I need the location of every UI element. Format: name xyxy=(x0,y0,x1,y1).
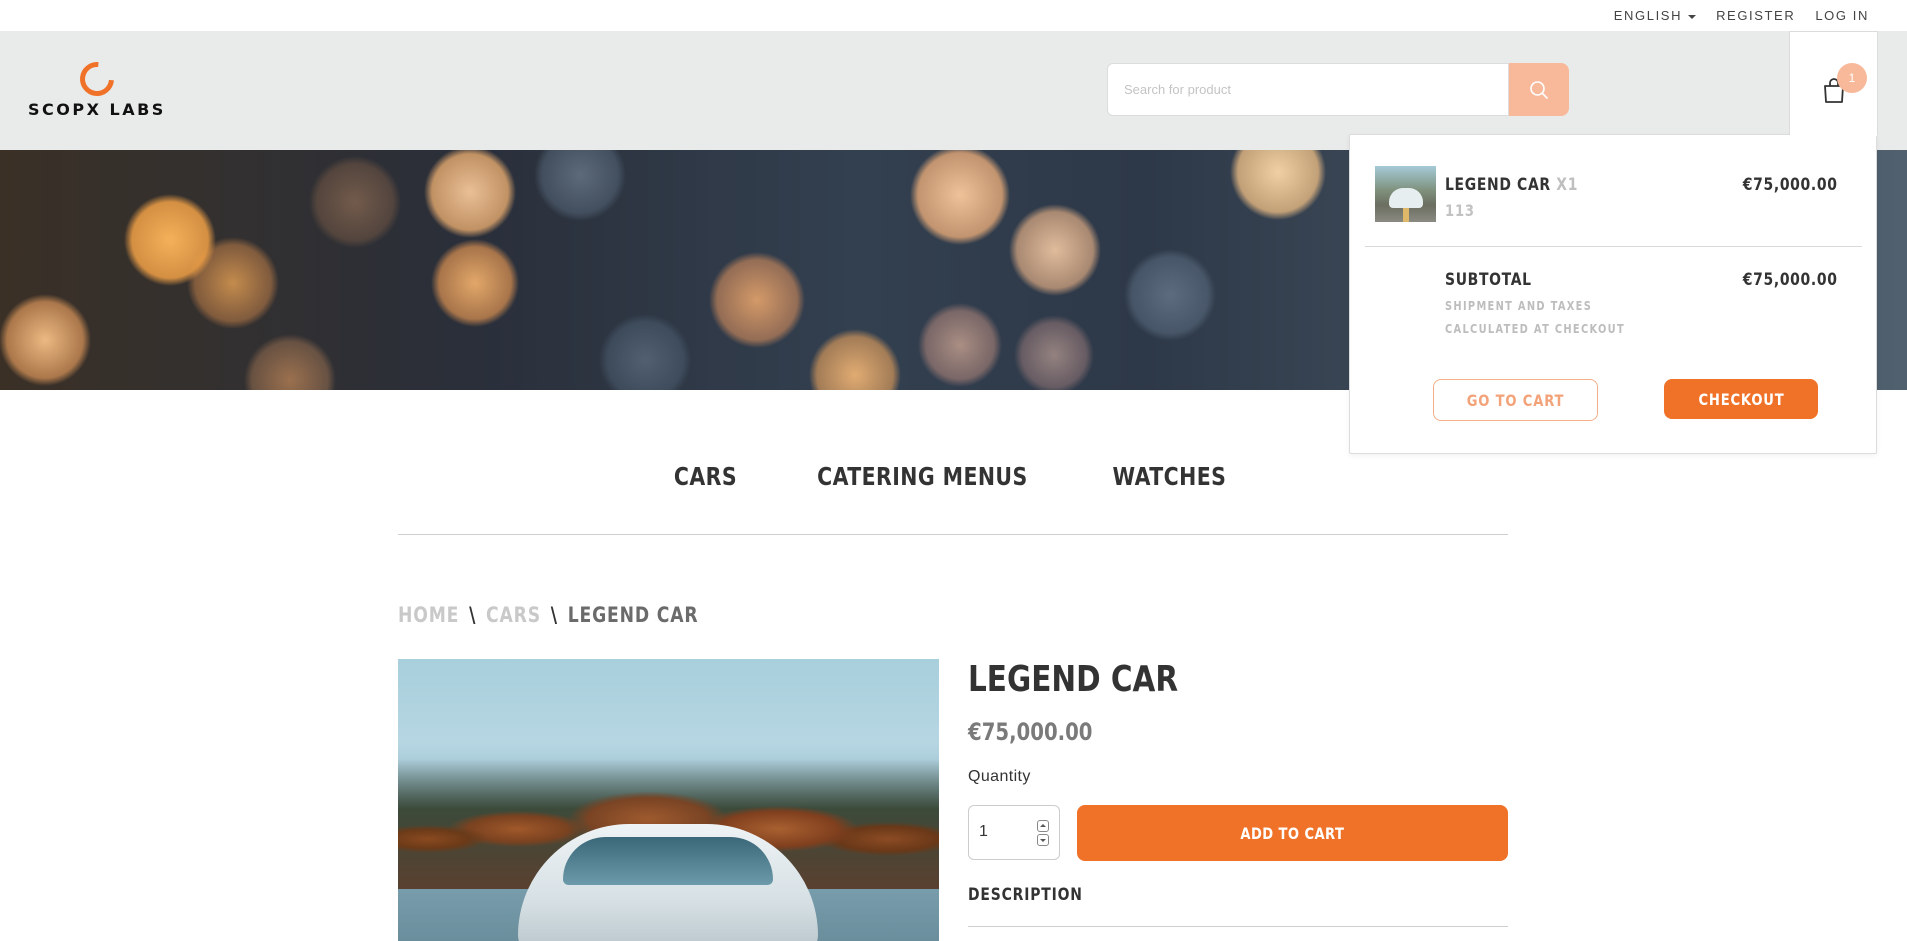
cart-item-title: LEGEND CAR xyxy=(1445,175,1551,195)
caret-down-icon xyxy=(1688,14,1697,19)
cart-toggle[interactable]: 1 xyxy=(1789,31,1878,135)
cart-item-thumbnail xyxy=(1375,166,1436,222)
site-logo[interactable]: SCOPX LABS xyxy=(28,55,173,122)
cart-item-sku: 113 xyxy=(1445,201,1475,220)
add-to-cart-button[interactable]: ADD TO CART xyxy=(1077,805,1508,861)
go-to-cart-button[interactable]: GO TO CART xyxy=(1433,379,1598,421)
top-utility-bar: ENGLISH REGISTER LOG IN xyxy=(0,0,1907,31)
product-title: LEGEND CAR xyxy=(968,659,1179,700)
quantity-spinner xyxy=(1037,820,1051,846)
cart-item-price: €75,000.00 xyxy=(1743,175,1838,195)
breadcrumb: HOME \ CARS \ LEGEND CAR xyxy=(398,603,698,627)
quantity-label: Quantity xyxy=(968,768,1031,785)
cart-tab-join xyxy=(1790,132,1877,136)
login-link[interactable]: LOG IN xyxy=(1815,8,1869,23)
checkout-label: CHECKOUT xyxy=(1697,389,1785,409)
product-price: €75,000.00 xyxy=(968,718,1093,746)
subtotal-value: €75,000.00 xyxy=(1743,270,1838,290)
add-to-cart-label: ADD TO CART xyxy=(1240,823,1345,843)
cart-count-badge: 1 xyxy=(1837,63,1867,93)
category-nav: CARS CATERING MENUS WATCHES xyxy=(398,462,1508,535)
register-link[interactable]: REGISTER xyxy=(1716,8,1795,23)
breadcrumb-cars[interactable]: CARS xyxy=(486,603,541,627)
breadcrumb-home[interactable]: HOME xyxy=(398,603,459,627)
breadcrumb-separator: \ xyxy=(469,603,477,627)
image-car-windshield xyxy=(563,837,773,885)
go-to-cart-label: GO TO CART xyxy=(1466,390,1565,410)
chevron-down-icon[interactable] xyxy=(1037,834,1049,846)
checkout-button[interactable]: CHECKOUT xyxy=(1664,379,1818,419)
logo-text: SCOPX LABS xyxy=(28,100,166,119)
cart-item-qty: X1 xyxy=(1556,175,1579,195)
cart-item-name: LEGEND CAR X1 xyxy=(1445,175,1578,195)
product-image[interactable] xyxy=(398,659,939,941)
search-input[interactable] xyxy=(1107,63,1509,116)
logo-ring-icon xyxy=(73,55,121,103)
search-icon xyxy=(1530,80,1548,99)
description-section: DESCRIPTION xyxy=(968,885,1508,927)
language-label: ENGLISH xyxy=(1613,8,1683,23)
search-bar xyxy=(1107,63,1569,116)
shipment-note: SHIPMENT AND TAXES CALCULATED AT CHECKOU… xyxy=(1445,299,1625,336)
site-header: SCOPX LABS xyxy=(0,31,1907,150)
category-watches[interactable]: WATCHES xyxy=(1113,462,1227,534)
subtotal-label: SUBTOTAL xyxy=(1445,270,1532,290)
quantity-value: 1 xyxy=(979,823,988,840)
breadcrumb-current: LEGEND CAR xyxy=(567,603,699,627)
search-button[interactable] xyxy=(1509,63,1569,116)
cart-divider xyxy=(1365,246,1862,247)
category-cars[interactable]: CARS xyxy=(674,462,737,534)
category-catering-menus[interactable]: CATERING MENUS xyxy=(817,462,1028,534)
chevron-up-icon[interactable] xyxy=(1037,820,1049,832)
language-selector[interactable]: ENGLISH xyxy=(1613,8,1697,23)
cart-dropdown: LEGEND CAR X1 113 €75,000.00 SUBTOTAL €7… xyxy=(1349,134,1877,454)
utility-links: ENGLISH REGISTER LOG IN xyxy=(1614,8,1869,23)
breadcrumb-separator: \ xyxy=(550,603,558,627)
quantity-stepper[interactable]: 1 xyxy=(968,805,1060,860)
description-heading: DESCRIPTION xyxy=(968,885,1083,905)
